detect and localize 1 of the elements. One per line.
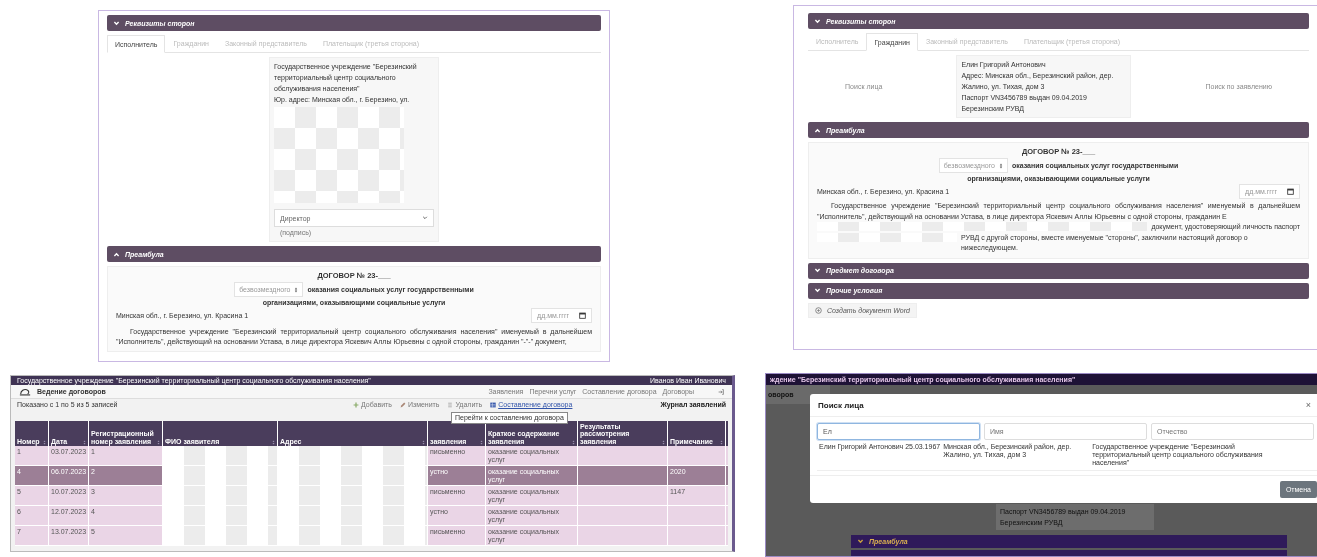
close-button[interactable]: × [1303, 400, 1313, 410]
